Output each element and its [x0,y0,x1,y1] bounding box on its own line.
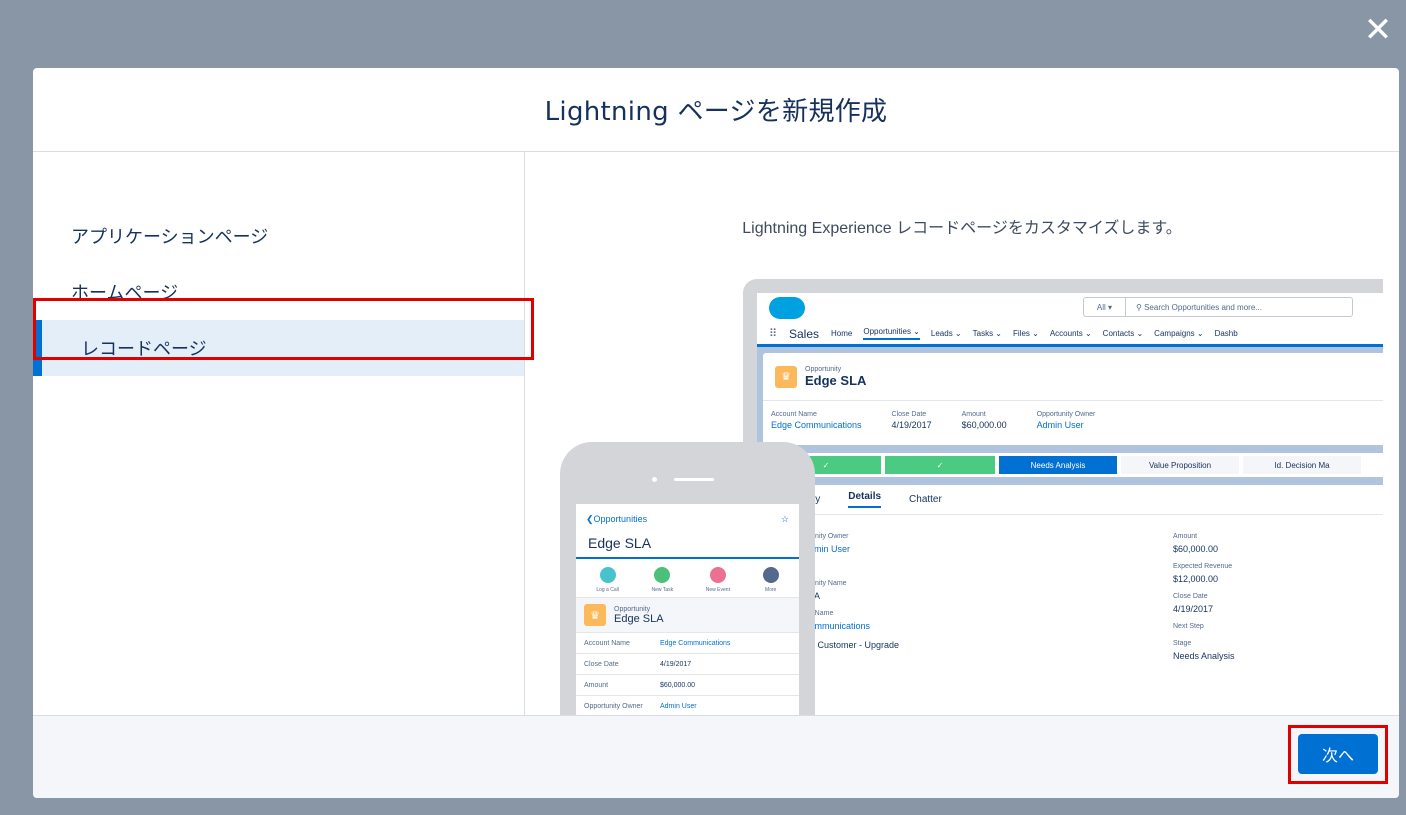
field-label: Account Name [771,411,817,418]
field-value: 4/19/2017 [891,420,932,430]
field-label: Next Step [1173,623,1204,630]
app-name: Sales [789,326,820,341]
phone-speaker [674,478,714,481]
new-task-action: New Task [652,567,673,593]
detail-tab: Details [848,491,882,508]
search-scope: All ▾ [1084,298,1126,316]
field-value: $60,000.00 [1173,543,1219,554]
page-type-record-page[interactable]: レコードページ [33,320,524,376]
record-highlights: ♛ Opportunity Edge SLA [763,353,1383,401]
field-label: ortunity Name [803,579,847,587]
desktop-preview-image: All ▾ ⚲ Search Opportunities and more...… [743,279,1383,715]
object-label: Opportunity [805,365,842,373]
mobile-field-row: Amount $60,000.00 [576,675,799,696]
modal-body: アプリケーションページ ホームページ レコードページ Lightning Exp… [33,152,1399,715]
field-label: Stage [1173,639,1192,647]
new-event-action: New Event [706,567,730,593]
new-event-icon [709,567,726,583]
record-name: Edge SLA [614,612,664,625]
modal-title: Lightning ページを新規作成 [544,97,888,127]
more-icon [762,567,779,583]
mobile-field-row: Account Name Edge Communications [576,633,799,654]
new-lightning-page-modal: Lightning ページを新規作成 アプリケーションページ ホームページ レコ… [33,68,1399,798]
page-type-app-page[interactable]: アプリケーションページ [33,208,524,264]
nav-tab: Home [831,329,853,338]
close-icon[interactable]: ✕ [1358,10,1398,50]
more-action: More [762,567,779,593]
path-step: Value Proposition [1121,456,1239,474]
mobile-actions: Log a Call New Task New Event More [576,559,799,597]
nav-tab: Tasks ⌄ [972,329,1002,338]
detail-tabs: ivity Details Chatter [763,485,1383,515]
field-value: Communications [803,620,871,631]
opportunity-icon: ♛ [584,604,606,626]
path-step: Id. Decision Ma [1243,456,1361,474]
field-label: Opportunity Owner [1036,411,1096,418]
app-launcher-icon: ⠿ [769,328,778,340]
new-task-icon [654,567,671,583]
mobile-record-header: ♛ Opportunity Edge SLA [576,597,799,633]
path-step: Needs Analysis [999,456,1117,474]
opportunity-icon: ♛ [775,365,797,388]
detail-tab: Chatter [909,494,942,505]
field-label: ortunity Owner [803,533,849,540]
nav-tab: Leads ⌄ [930,329,962,338]
preview-nav: ⠿ Sales Home Opportunities ⌄ Leads ⌄ Tas… [757,323,1383,347]
field-value: 4/19/2017 [1173,603,1214,614]
nav-tab: Opportunities ⌄ [863,327,920,340]
preview-pane: Lightning Experience レコードページをカスタマイズします。 … [525,152,1399,715]
highlight-fields: Account Name Edge Communications Close Da… [763,401,1383,445]
nav-tab: Campaigns ⌄ [1154,329,1204,338]
sales-path: ✓ ✓ Needs Analysis Value Proposition Id.… [763,453,1383,477]
field-value: Needs Analysis [1173,650,1235,661]
field-label: Close Date [1173,593,1208,600]
detail-right-column: Amount $60,000.00 Expected Revenue $12,0… [1173,525,1235,662]
mobile-field-row: Close Date 4/19/2017 [576,654,799,675]
field-label: Expected Revenue [1173,563,1233,570]
search-placeholder: ⚲ Search Opportunities and more... [1136,302,1262,312]
phone-camera [652,477,657,482]
mobile-field-row: Opportunity Owner Admin User [576,696,799,715]
page-type-home-page[interactable]: ホームページ [33,264,524,320]
field-label: Amount [961,411,986,418]
page-type-list: アプリケーションページ ホームページ レコードページ [33,152,525,715]
field-value: Edge Communications [771,420,862,430]
nav-tab: Files ⌄ [1013,329,1039,338]
object-label: Opportunity [614,605,651,613]
next-button[interactable]: 次へ [1298,734,1378,774]
field-value: Admin User [1036,420,1084,430]
salesforce-logo-icon [769,297,805,319]
field-label: Amount [1173,533,1198,540]
field-value: $12,000.00 [1173,573,1219,584]
field-label: e [803,563,899,572]
path-step: ✓ [885,456,995,474]
modal-header: Lightning ページを新規作成 [33,68,1399,152]
log-call-icon [599,567,616,583]
field-label: Close Date [891,411,927,418]
field-value: ing Customer - Upgrade [803,639,900,650]
field-value: SLA [803,591,899,602]
log-call-action: Log a Call [596,567,619,593]
record-detail: ivity Details Chatter ortunity Owner Adm… [763,485,1383,715]
field-label: unt Name [803,609,834,617]
back-link: ❮Opportunities [586,514,648,524]
modal-footer: 次へ [33,715,1399,798]
detail-left-column: ortunity Owner Admin User e ortunity Nam… [803,525,899,651]
record-name: Edge SLA [805,372,867,388]
mobile-preview-image: ❮Opportunities ☆ Edge SLA Log a Call New… [560,442,815,715]
nav-tab: Dashb [1214,329,1238,338]
nav-tab: Contacts ⌄ [1102,329,1144,338]
mobile-record-title: Edge SLA [576,525,799,559]
page-type-description: Lightning Experience レコードページをカスタマイズします。 [742,220,1182,237]
star-icon: ☆ [780,514,789,524]
nav-tab: Accounts ⌄ [1049,329,1092,338]
field-value: Admin User [803,543,851,554]
field-value: $60,000.00 [961,420,1007,430]
preview-search: All ▾ ⚲ Search Opportunities and more... [1083,297,1353,317]
